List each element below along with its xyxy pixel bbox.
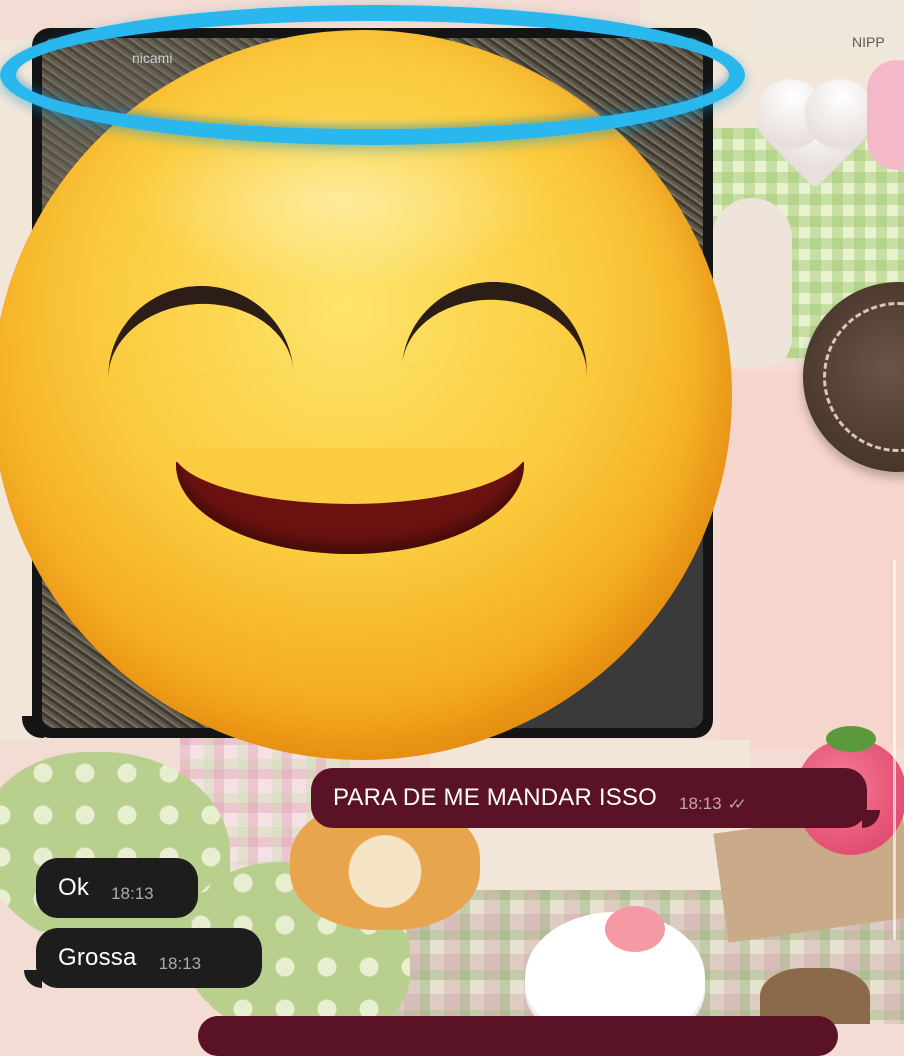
ribbon-icon <box>867 60 904 170</box>
scrollbar[interactable] <box>893 560 896 940</box>
outgoing-message-bubble-partial[interactable] <box>198 1016 838 1056</box>
smiling-face-with-halo-icon[interactable] <box>0 0 760 780</box>
wallpaper-stamp: NIPP <box>748 0 904 58</box>
message-text: PARA DE ME MANDAR ISSO <box>333 784 658 811</box>
incoming-message-bubble[interactable]: Grossa 18:13 <box>36 928 262 988</box>
wallpaper-stamp-text: NIPP <box>852 34 885 50</box>
message-time: 18:13 <box>158 954 202 973</box>
message-text: Grossa <box>58 944 137 971</box>
double-check-icon: ✓✓ <box>727 796 747 813</box>
message-text: Ok <box>58 874 90 901</box>
message-time: 18:13 <box>679 794 722 813</box>
outgoing-message-bubble[interactable]: PARA DE ME MANDAR ISSO 18:13 ✓✓ <box>311 768 867 828</box>
incoming-message-bubble[interactable]: Ok 18:13 <box>36 858 198 918</box>
message-time: 18:13 <box>111 884 154 903</box>
halo-icon <box>0 5 745 145</box>
